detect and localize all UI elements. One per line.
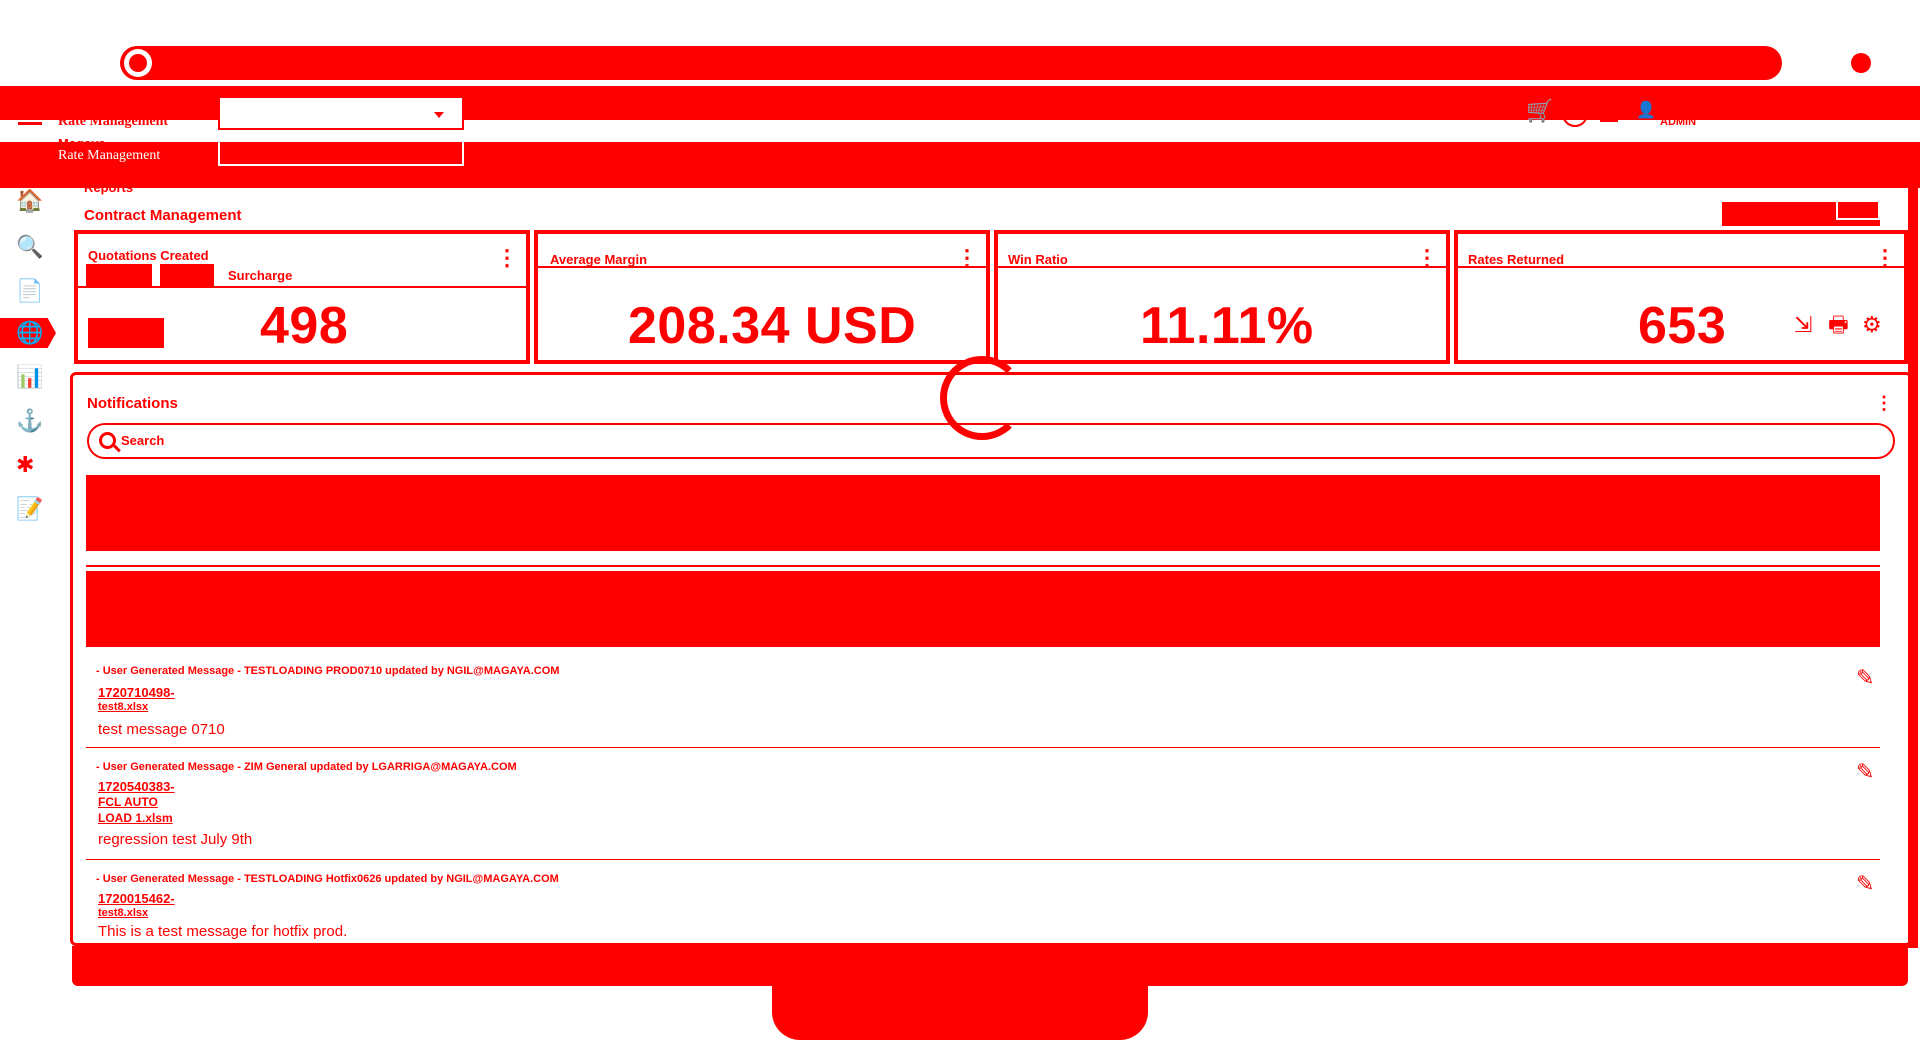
card-title: Win Ratio: [1008, 252, 1068, 267]
rates-icon[interactable]: 🌐: [16, 322, 43, 344]
app-title: Rate Management: [58, 114, 169, 129]
notification-item: - User Generated Message - TESTLOADING H…: [86, 861, 1880, 941]
notification-header: - User Generated Message - TESTLOADING P…: [96, 665, 560, 677]
file-link[interactable]: LOAD 1.xlsm: [98, 811, 173, 825]
home-icon[interactable]: 🏠: [16, 190, 43, 212]
notification-banner[interactable]: [86, 475, 1880, 551]
notification-message: regression test July 9th: [98, 831, 253, 848]
kpi-value: 11.11%: [1140, 297, 1314, 355]
window-restore-icon[interactable]: [1874, 106, 1886, 118]
card-menu-icon[interactable]: ⋮: [496, 247, 518, 269]
view-button[interactable]: [88, 318, 164, 348]
kpi-value: 498: [260, 297, 349, 355]
browser-avatar-icon[interactable]: [124, 49, 152, 77]
search-icon-handle: [113, 444, 121, 453]
pencil-icon[interactable]: ✎: [1856, 761, 1874, 783]
notifications-title: Notifications: [87, 395, 178, 412]
cart-icon[interactable]: 🛒: [1526, 100, 1553, 122]
network-icon[interactable]: ✱: [16, 454, 34, 476]
report-icon[interactable]: 📊: [16, 366, 43, 388]
company-selector[interactable]: [218, 96, 464, 130]
notification-banner[interactable]: [86, 571, 1880, 647]
pencil-icon[interactable]: ✎: [1856, 667, 1874, 689]
page-scrollbar[interactable]: [1908, 178, 1918, 948]
notification-header: - User Generated Message - ZIM General u…: [96, 761, 517, 773]
file-link[interactable]: test8.xlsx: [98, 701, 148, 713]
card-menu-icon[interactable]: ⋮: [1416, 247, 1438, 269]
tab-quotations[interactable]: [86, 264, 152, 286]
menu-icon[interactable]: [18, 106, 42, 125]
card-title: Quotations Created: [88, 248, 209, 263]
kpi-card-win-ratio: Win Ratio ⋮ 11.11%: [994, 230, 1450, 364]
document-icon[interactable]: 📄: [16, 280, 43, 302]
ship-icon[interactable]: ⚓: [16, 410, 43, 432]
pencil-icon[interactable]: ✎: [1856, 873, 1874, 895]
tab-surcharge[interactable]: Surcharge: [228, 268, 293, 288]
notifications-panel: Notifications ⋮ Search - User Generated …: [70, 372, 1912, 946]
export-icon[interactable]: ⇲: [1794, 314, 1812, 336]
card-menu-icon[interactable]: ⋮: [1874, 247, 1896, 269]
tab-rates[interactable]: [160, 264, 214, 286]
notification-header: - User Generated Message - TESTLOADING H…: [96, 873, 559, 885]
edit-doc-icon[interactable]: 📝: [16, 498, 43, 520]
file-link[interactable]: 1720710498-: [98, 685, 175, 700]
notification-item: - User Generated Message - TESTLOADING P…: [86, 655, 1880, 748]
kpi-value: 208.34 USD: [628, 297, 917, 355]
user-icon[interactable]: 👤: [1636, 100, 1656, 122]
user-name: ADMIN: [1660, 116, 1697, 128]
kpi-value: 653: [1638, 297, 1727, 355]
page-title: Contract Management: [84, 207, 242, 224]
file-link[interactable]: 1720015462-: [98, 891, 175, 906]
card-title: Average Margin: [550, 252, 648, 267]
sidebar: 🏠 🔍 📄 🌐 📊 ⚓ ✱ 📝: [0, 188, 60, 548]
browser-address-bar[interactable]: [120, 46, 1782, 80]
search-placeholder: Search: [121, 433, 165, 448]
print-icon[interactable]: 🖶: [1828, 314, 1849, 336]
notification-message: test message 0710: [98, 721, 225, 738]
clipboard-icon[interactable]: [1600, 100, 1618, 122]
chevron-down-icon: [434, 112, 444, 118]
loading-spinner-icon: [940, 356, 1024, 440]
branch-selector[interactable]: [218, 134, 464, 166]
notifications-menu-icon[interactable]: ⋮: [1875, 393, 1893, 413]
breadcrumb-section[interactable]: Reports: [84, 180, 133, 195]
page-toolbar-tag[interactable]: [1836, 198, 1880, 220]
file-link[interactable]: 1720540383-: [98, 779, 175, 794]
kpi-card-margin: Average Margin ⋮ 208.34 USD: [534, 230, 990, 364]
help-icon[interactable]: ?: [1562, 101, 1588, 127]
search-user-icon[interactable]: 🔍: [16, 236, 43, 258]
file-link[interactable]: test8.xlsx: [98, 907, 148, 919]
browser-record-icon[interactable]: [1851, 53, 1871, 73]
footer-bar: [72, 946, 1908, 986]
taskbar-pill[interactable]: [772, 984, 1148, 1040]
file-link[interactable]: FCL AUTO: [98, 795, 158, 809]
card-menu-icon[interactable]: ⋮: [956, 247, 978, 269]
app-title-secondary: Rate Management: [58, 148, 161, 163]
kpi-card-rates-returned: Rates Returned ⋮ 653 ⇲ 🖶 ⚙: [1454, 230, 1908, 364]
gear-icon[interactable]: ⚙: [1862, 314, 1882, 336]
notification-item: - User Generated Message - ZIM General u…: [86, 749, 1880, 860]
notification-message: This is a test message for hotfix prod.: [98, 923, 348, 940]
card-title: Rates Returned: [1468, 252, 1565, 267]
kpi-card-quotations: Quotations Created Surcharge ⋮ 498: [74, 230, 530, 364]
